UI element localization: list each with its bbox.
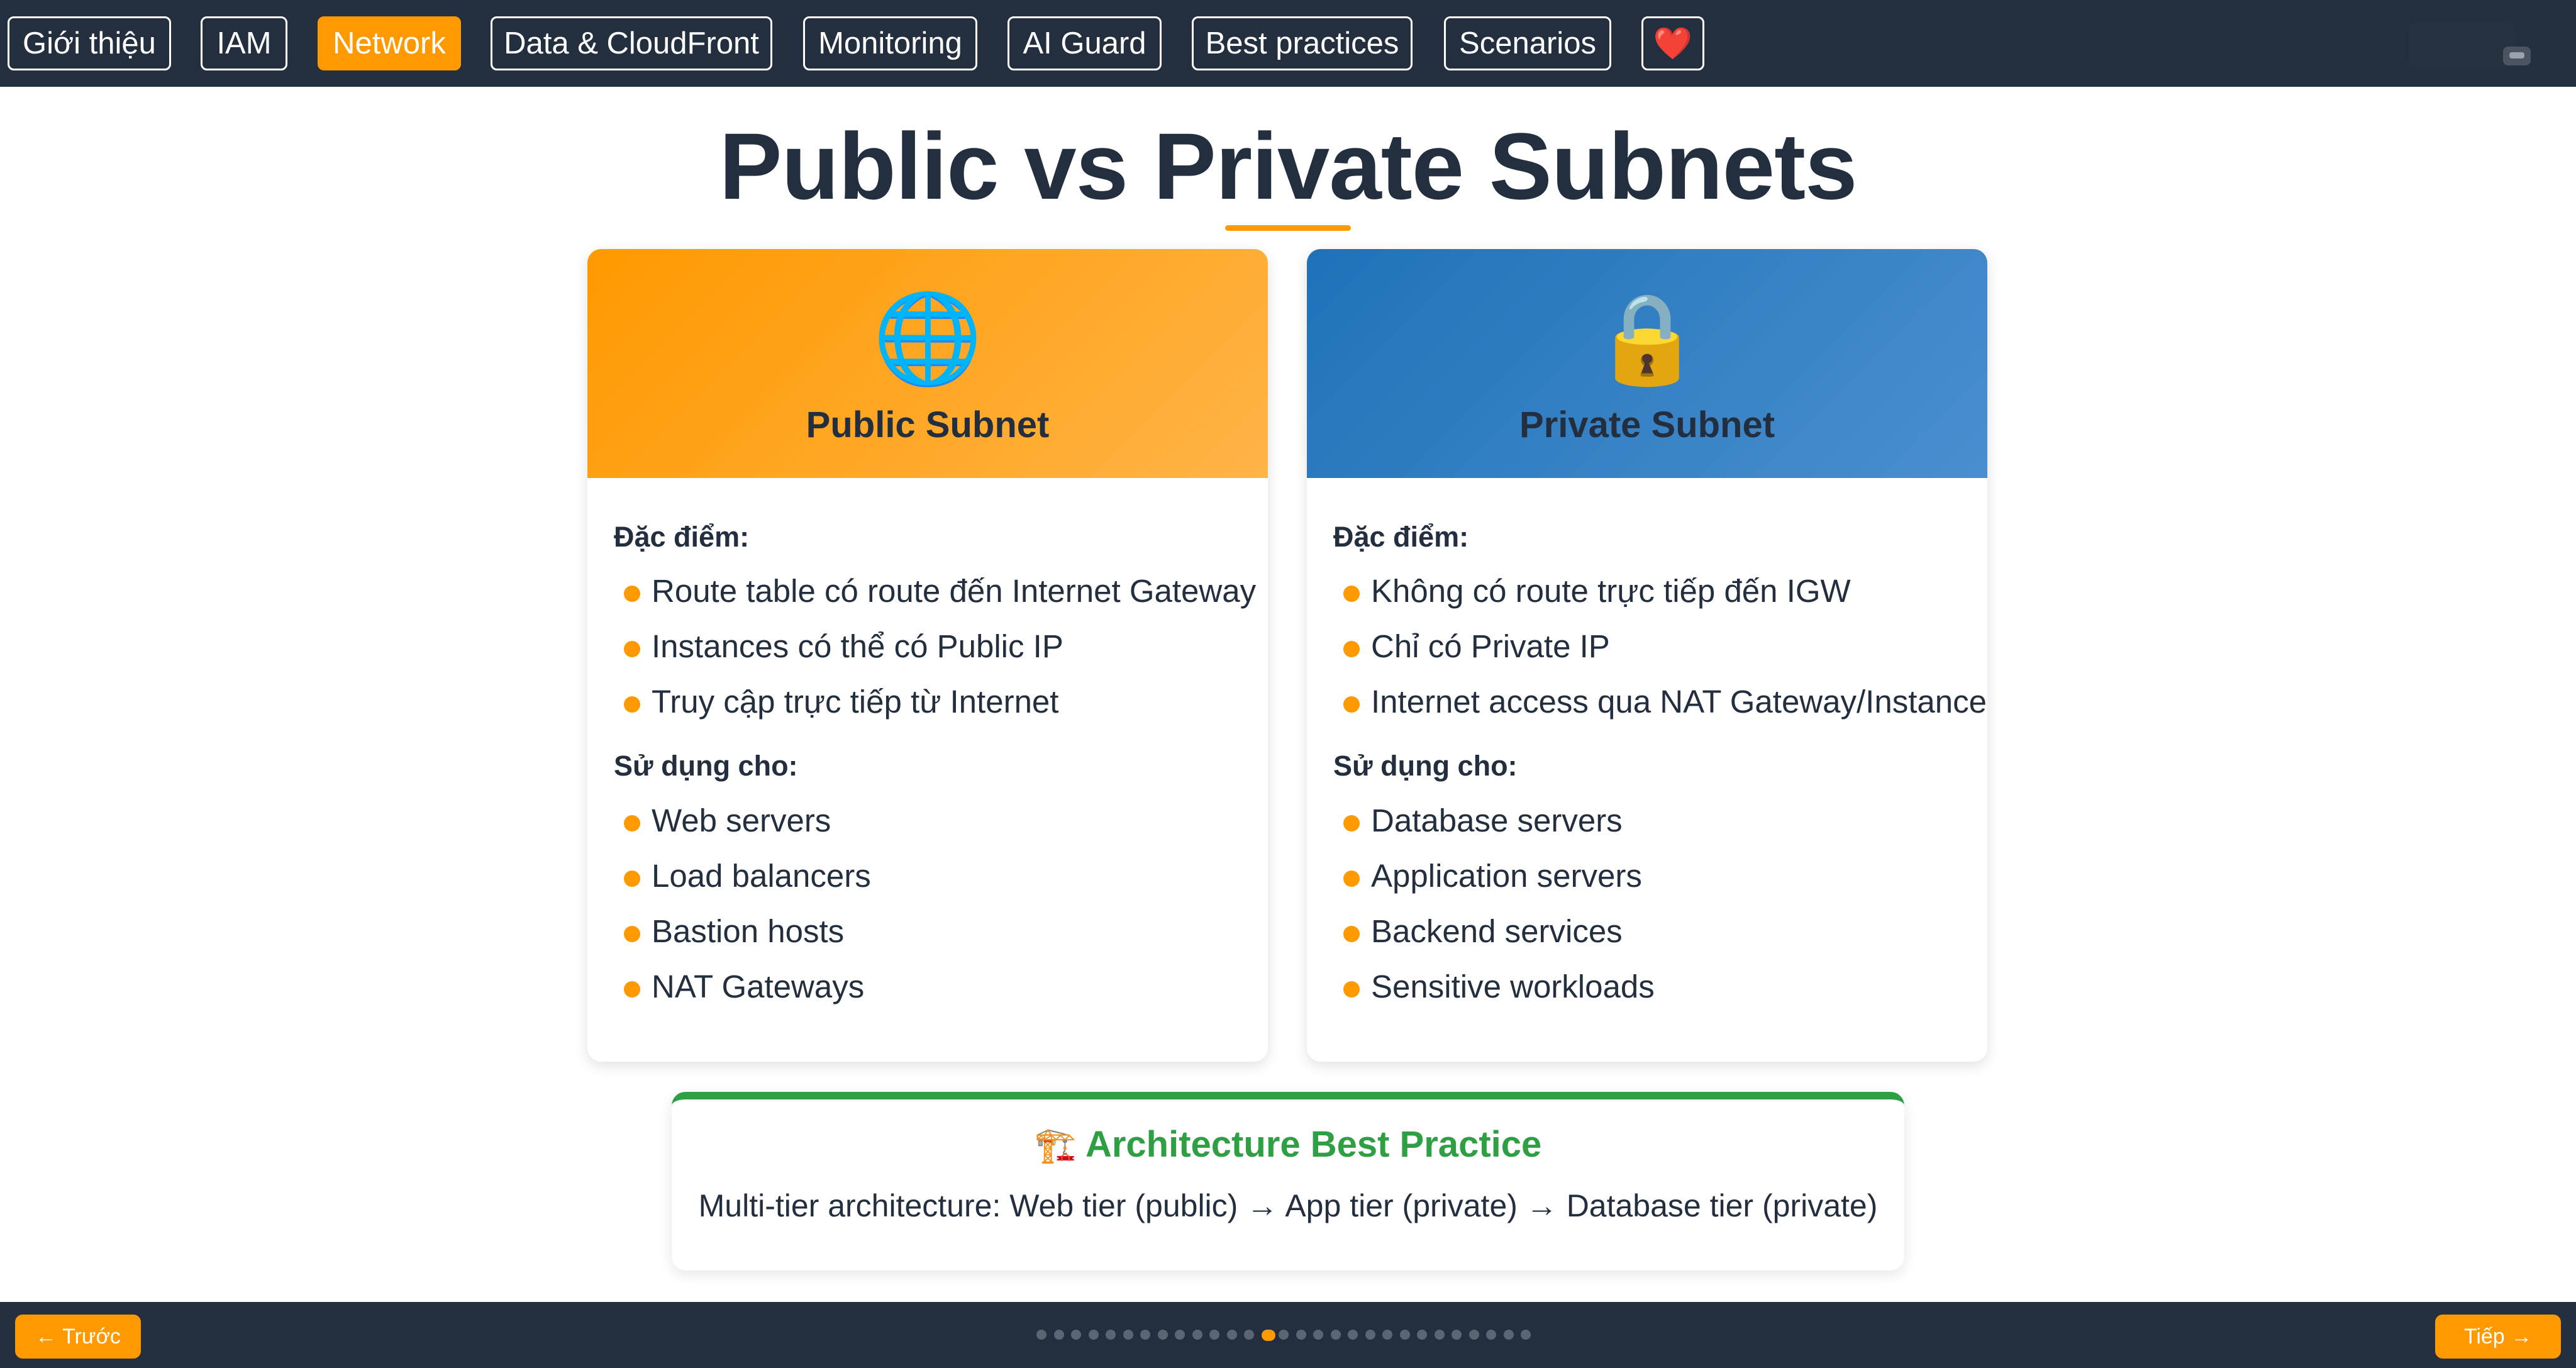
top-navigation-bar: Giới thiệu IAM Network Data & CloudFront… [0,0,2576,87]
uses-label: Sử dụng cho: [614,750,798,782]
slide-dot[interactable] [1157,1330,1168,1340]
heart-icon[interactable]: ❤️ [1641,16,1704,70]
tab-data-cloudfront[interactable]: Data & CloudFront [491,16,772,70]
slide-dot[interactable] [1452,1330,1462,1340]
slide-dot[interactable] [1088,1330,1099,1340]
features-label: Đặc điểm: [614,521,750,553]
list-item: Route table có route đến Internet Gatewa… [606,564,1256,619]
slide-dot[interactable] [1192,1330,1202,1340]
slide-dot[interactable] [1521,1330,1531,1340]
slide-dot[interactable] [1053,1330,1064,1340]
list-item: Chỉ có Private IP [1326,619,1987,674]
slide-dot[interactable] [1244,1330,1254,1340]
tab-iam[interactable]: IAM [201,16,287,70]
list-item: Database servers [1326,793,1655,848]
features-list: Route table có route đến Internet Gatewa… [606,564,1256,730]
slide-dot[interactable] [1296,1330,1306,1340]
list-item: Không có route trực tiếp đến IGW [1326,564,1987,619]
slide-dot[interactable] [1382,1330,1392,1340]
lock-icon: 🔒 [1592,289,1702,387]
slide-dot[interactable] [1071,1330,1081,1340]
list-item: Truy cập trực tiếp từ Internet [606,674,1256,730]
gamepad-icon[interactable] [2503,47,2531,65]
card-header: 🔒 Private Subnet [1307,249,1987,478]
slide-dot[interactable] [1140,1330,1150,1340]
slide-dot[interactable] [1399,1330,1410,1340]
page-title: Public vs Private Subnets [719,113,1858,219]
list-item: Load balancers [606,848,871,904]
tab-monitoring[interactable]: Monitoring [803,16,977,70]
list-item: Web servers [606,793,871,848]
slide-dot[interactable] [1468,1330,1479,1340]
features-label: Đặc điểm: [1333,521,1469,553]
tab-network[interactable]: Network [318,16,461,70]
slide-dot[interactable] [1348,1330,1358,1340]
list-item: Application servers [1326,848,1655,904]
list-item: Backend services [1326,904,1655,959]
slide-dot[interactable] [1417,1330,1427,1340]
uses-list: Database servers Application servers Bac… [1326,793,1655,1015]
best-practice-heading: Architecture Best Practice [1085,1124,1542,1165]
slide-dot[interactable] [1279,1330,1289,1340]
features-list: Không có route trực tiếp đến IGW Chỉ có … [1326,564,1987,730]
public-subnet-card: 🌐 Public Subnet Đặc điểm: Route table có… [587,249,1268,1062]
slide-dot[interactable] [1503,1330,1514,1340]
slide-dot[interactable] [1209,1330,1219,1340]
slide-dot-active[interactable] [1261,1330,1275,1341]
slide-dot[interactable] [1036,1330,1046,1340]
private-subnet-card: 🔒 Private Subnet Đặc điểm: Không có rout… [1307,249,1987,1062]
slide-dot[interactable] [1434,1330,1445,1340]
floating-widget [2409,23,2516,68]
best-practice-title: 🏗️ Architecture Best Practice [672,1123,1904,1165]
slide-dot[interactable] [1330,1330,1341,1340]
tab-gioi-thieu[interactable]: Giới thiệu [8,16,171,70]
best-practice-text: Multi-tier architecture: Web tier (publi… [698,1188,1878,1223]
list-item: Sensitive workloads [1326,959,1655,1015]
slide-dot[interactable] [1123,1330,1133,1340]
best-practice-box: 🏗️ Architecture Best Practice Multi-tier… [672,1092,1904,1271]
slide-dot[interactable] [1313,1330,1323,1340]
construction-crane-icon: 🏗️ [1034,1126,1077,1164]
list-item: NAT Gateways [606,959,871,1015]
list-item: Bastion hosts [606,904,871,959]
card-header: 🌐 Public Subnet [587,249,1268,478]
title-underline [1225,225,1351,231]
previous-button[interactable]: ← Trước [15,1315,141,1359]
list-item: Internet access qua NAT Gateway/Instance [1326,674,1987,730]
uses-label: Sử dụng cho: [1333,750,1518,782]
card-title: Private Subnet [1519,404,1775,445]
globe-icon: 🌐 [872,289,983,387]
tab-best-practices[interactable]: Best practices [1192,16,1413,70]
card-title: Public Subnet [806,404,1050,445]
tab-scenarios[interactable]: Scenarios [1444,16,1611,70]
next-button[interactable]: Tiếp → [2435,1315,2561,1359]
tab-ai-guard[interactable]: AI Guard [1008,16,1162,70]
slide-dot[interactable] [1365,1330,1375,1340]
uses-list: Web servers Load balancers Bastion hosts… [606,793,871,1015]
slide-dot[interactable] [1106,1330,1116,1340]
slide-dot[interactable] [1486,1330,1496,1340]
slide-dot[interactable] [1175,1330,1185,1340]
slide-dot[interactable] [1226,1330,1237,1340]
list-item: Instances có thể có Public IP [606,619,1256,674]
